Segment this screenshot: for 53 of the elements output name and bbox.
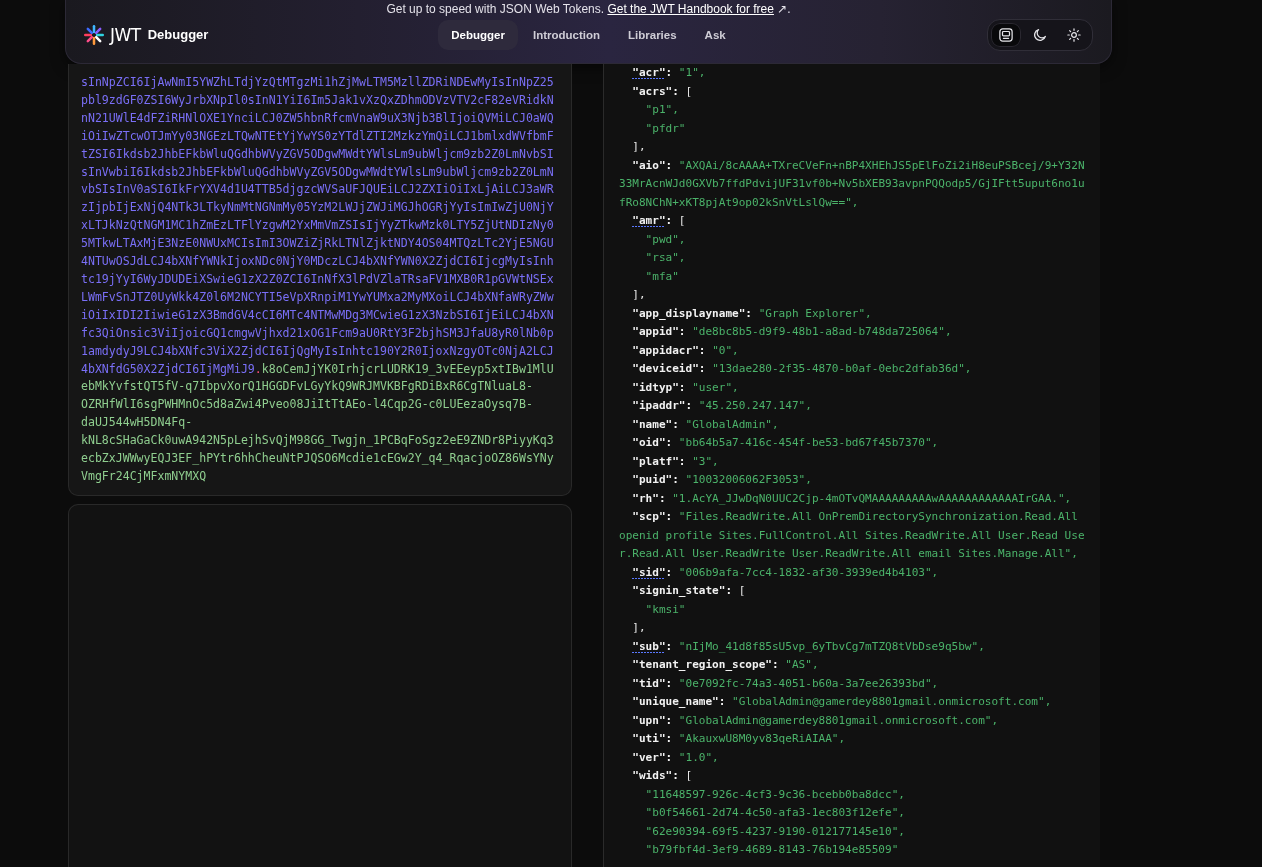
json-line: "oid": "bb64b5a7-416c-454f-be53-bd67f45b7370", [631, 435, 940, 451]
encoded-token-text: sInNpZCI6IjAwNmI5YWZhLTdjYzQtMTgzMi1hZjMwLTM5MzllZDRiNDEwMyIsInNpZ25pbl9zdGF0ZSI6WyJrbXNpIl0sInN1YiI6Im5Jak1vXzQxZDhmODVzVTV2cF82eVRidkNnN21UWlE4dFZiRHNlOXE1YnciLCJ0ZW5hbnRfcmVnaW9uX3Njb3BlIjoiQVMiLCJ0aWQiOiIwZTcwOTJmYy03NGEzLTQwNTEtYjYwYS0zYTdlZTI2MzkzYmQiLCJ1bmlxdWVfbmFtZSI6Ikdsb2JhbEFkbWluQGdhbWVyZGV5ODgwMWdtYWlsLm9ubWljcm9zb2Z0LmNvbSIsInVwbiI6Ikdsb2JhbEFkbWluQGdhbWVyZGV5ODgwMWdtYWlsLm9ubWljcm9zb2Z0LmNvbSIsInV0aSI6IkFrYXV4d1U4TTB5djgzcWVSaUFJQUEiLCJ2ZXIiOiIxLjAiLCJ3aWRzIjpbIjExNjQ4NTk3LTkyNmMtNGNmMy05YzM2LWJjZWJiMGJhOGRjYyIsImIwZjU0NjYxLTJkNzQtNGM1MC1hZmEzLTFlYzgwM2YxMmVmZSIsIjYyZTkwMzk0LTY5ZjUtNDIzNy05MTkwLTAxMjE3NzE0NWUxMCIsImI3OWZiZjRkLTNlZjktNDY4OS04MTQzLTc2YjE5NGU4NTUwOSJdLCJ4bXNfYWNkIjoxNDc0NjY0MDczLCJ4bXNfYWN0X2ZjdCI6IjcgMyIsInhtc19jYyI6WyJDUDEiXSwieG1zX2Z0ZCI6InNfX3lPdVZlaTRsaFV1MXB0R1pGVWtNSExLWmFvSnJTZ0UyWkk4Z0l6M2NCYTI5eVpXRnpiM1YwYUMxa2MyMXoiLCJ4bXNfaWRyZWwiOiIxIDI2IiwieG1zX3BmdGV4cCI6MTc4NTMwMDg3MCwieG1zX3NzbSI6IjEiLCJ4bXNfc3QiOnsic3ViIjoicGQ1cmgwVjhxd21xOG1Fcm9aU0RtY3F2bjhSM3JfaU8yR0lNb0p1amdydyJ9LCJ4bXNfc3ViX2ZjdCI6IjQgMyIsInhtc190Y2R0IjoxNzgyOTc0NjA2LCJ4bXNfdG50X2ZjdCI6IjMgMiJ9.k8oCemJjYK0IrhjcrLUDRK19_3vEEeyp5xtIBw1MlUebMkYvfstQT5fV-q7IbpvXorQ1HGGDFvLGyYkQ9WRJMVKBFgRDiBxR6CgTNluaL8-OZRHfWlI6sgPWHMnOc5d8aZwi4Pveo08JiItTtAEo-l4Cqp2G-c0LUEezaOysq7B-daUJ544wH5DN4Fq-kNL8cSHaGaCk0uwA942N5pLejhSvQjM98GG_Twgjn_1PCBqFoSgz2eE9ZNDr8PiyyKq3ecbZxJWWwyEQJ3EF_hPYtr6hhCheuNtPJQSO6Mcdie1cEGw2Y_q4_RqacjoOZ86WsYNyVmgFr24CjMFxmNYMXQ [81, 74, 555, 485]
app-title: Debugger [147, 26, 209, 44]
json-line: "rh": "1.AcYA_JJwDqN0UUC2Cjp-4mOTvQMAAAAAAAAAwAAAAAAAAAAAAIrGAA.", [631, 490, 1073, 507]
json-line: "scp": "Files.ReadWrite.All OnPremDirectorySynchronization.Read.All openid profile Sites.FullControl.All Sites.ReadWrite.All User.Read User.Read.All User.ReadWrite User.ReadWrite.All email Sites.Manage.All", [619, 509, 1086, 562]
nav-tab[interactable]: Debugger [438, 20, 518, 50]
json-line: "uti": "AkauxwU8M0yv83qeRiAIAA", [631, 731, 847, 747]
json-line: ], [631, 287, 647, 303]
json-line: "puid": "10032006062F3053", [631, 472, 813, 488]
json-line: "idtyp": "user", [631, 379, 740, 396]
json-line: "wids": [ [631, 768, 694, 784]
theme-button[interactable] [991, 23, 1021, 47]
json-line: "acr": "1", [631, 65, 707, 81]
json-line: "pfdr" [644, 120, 687, 137]
json-line: "11648597-926c-4cf3-9c36-bcebb0ba8dcc", [644, 786, 906, 803]
json-line: "mfa" [644, 268, 680, 285]
json-line: "appid": "de8bc8b5-d9f9-48b1-a8ad-b748da725064", [631, 324, 953, 340]
nav-tab[interactable]: Introduction [519, 20, 614, 50]
moon-icon [1033, 28, 1047, 42]
json-line: "pwd", [644, 231, 687, 248]
json-line: "name": "GlobalAdmin", [631, 416, 780, 433]
json-line: "upn": "GlobalAdmin@gamerdey8801gmail.onmicrosoft.com", [631, 712, 1000, 729]
json-line: "ipaddr": "45.250.247.147", [631, 398, 813, 414]
nav-tab[interactable]: Ask [691, 20, 739, 50]
logo-text: JWT [110, 25, 141, 45]
json-line: "app_displayname": "Graph Explorer", [631, 305, 873, 322]
json-line: "sid": "006b9afa-7cc4-1832-af30-3939ed4b4103", [631, 564, 940, 581]
banner-text: Get up to speed with JSON Web Tokens. Get the JWT Handbook for free ↗. [386, 2, 791, 16]
json-line: "sub": "nIjMo_41d8f85sU5vp_6yTbvCg7mTZQ8tVbDse9q5bw", [631, 638, 986, 655]
json-line: "tid": "0e7092fc-74a3-4051-b60a-3a7ee26393bd", [631, 675, 940, 692]
json-line: "62e90394-69f5-4237-9190-012177145e10", [644, 823, 906, 840]
json-line: "rsa", [644, 250, 687, 266]
json-line: "tenant_region_scope": "AS", [631, 657, 820, 673]
json-line: "b79fbf4d-3ef9-4689-8143-76b194e85509" [644, 842, 900, 858]
json-line: "acrs": [ [631, 83, 694, 100]
handbook-link[interactable]: Get the JWT Handbook for free [607, 2, 774, 16]
json-line: "b0f54661-2d74-4c50-afa3-1ec803f12efe", [644, 805, 906, 821]
json-line: "signin_state": [ [631, 583, 747, 599]
json-line: "platf": "3", [631, 453, 720, 470]
json-line: ], [631, 139, 647, 155]
monitor-icon [999, 28, 1013, 42]
starburst-icon [84, 25, 104, 45]
sun-icon [1067, 28, 1081, 42]
json-line: "unique_name": "GlobalAdmin@gamerdey8801gmail.onmicrosoft.com", [631, 694, 1053, 710]
json-line: "aio": "AXQAi/8cAAAA+TXreCVeFn+nBP4XHEhJS5pElFoZi2iH8euPSBcej/9+Y32N33MrAcnWJd0GXVb7ffdPdvijUF31vf0b+Nv5bXEB93avpnPQQodp5/GjIFtt5uput6no1ufRo8NChN+xKT8pjAt9op02kSnVtLslQw==", [619, 157, 1086, 211]
json-line: "deviceid": "13dae280-2f35-4870-b0af-0ebc2dfab36d", [631, 361, 973, 377]
json-line: ], [631, 620, 647, 636]
json-line: "amr": [ [631, 213, 687, 229]
json-line: "appidacr": "0", [631, 342, 740, 359]
json-line: "p1", [644, 102, 680, 118]
json-line: "ver": "1.0", [631, 749, 720, 766]
nav-tab[interactable]: Libraries [615, 20, 690, 50]
json-line: "kmsi" [644, 601, 687, 618]
